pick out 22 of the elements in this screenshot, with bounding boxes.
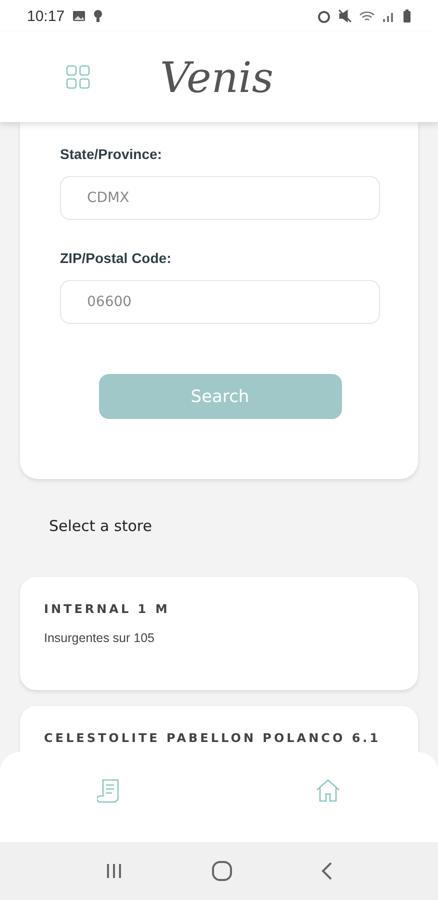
input-field[interactable]: 06600 — [60, 280, 380, 324]
field-label: ZIP/Postal Code: — [60, 250, 172, 266]
store-card[interactable]: INTERNAL 1 M Insurgentes sur 105 — [20, 577, 418, 690]
store-address: Insurgentes sur 105 — [44, 631, 156, 645]
battery-icon — [403, 9, 411, 23]
store-card[interactable]: CELESTOLITE PABELLON POLANCO 6.1 — [20, 706, 418, 752]
store-name: CELESTOLITE PABELLON POLANCO 6.1 — [44, 730, 382, 746]
wifi-icon — [359, 10, 375, 22]
lightbulb-icon — [92, 9, 103, 23]
grid-icon — [66, 65, 90, 89]
section-heading: Select a store — [49, 517, 152, 535]
back-icon — [320, 861, 334, 881]
scroll-icon — [97, 778, 121, 804]
image-icon — [72, 10, 86, 22]
status-time: 10:17 — [27, 8, 65, 24]
store-name: INTERNAL 1 M — [44, 601, 171, 617]
mute-icon — [338, 9, 352, 23]
home-icon — [315, 778, 341, 804]
logo: Venis — [160, 52, 274, 102]
input-field[interactable]: CDMX — [60, 176, 380, 220]
search-button[interactable]: Search — [98, 374, 342, 419]
field-label: State/Province: — [60, 146, 163, 162]
